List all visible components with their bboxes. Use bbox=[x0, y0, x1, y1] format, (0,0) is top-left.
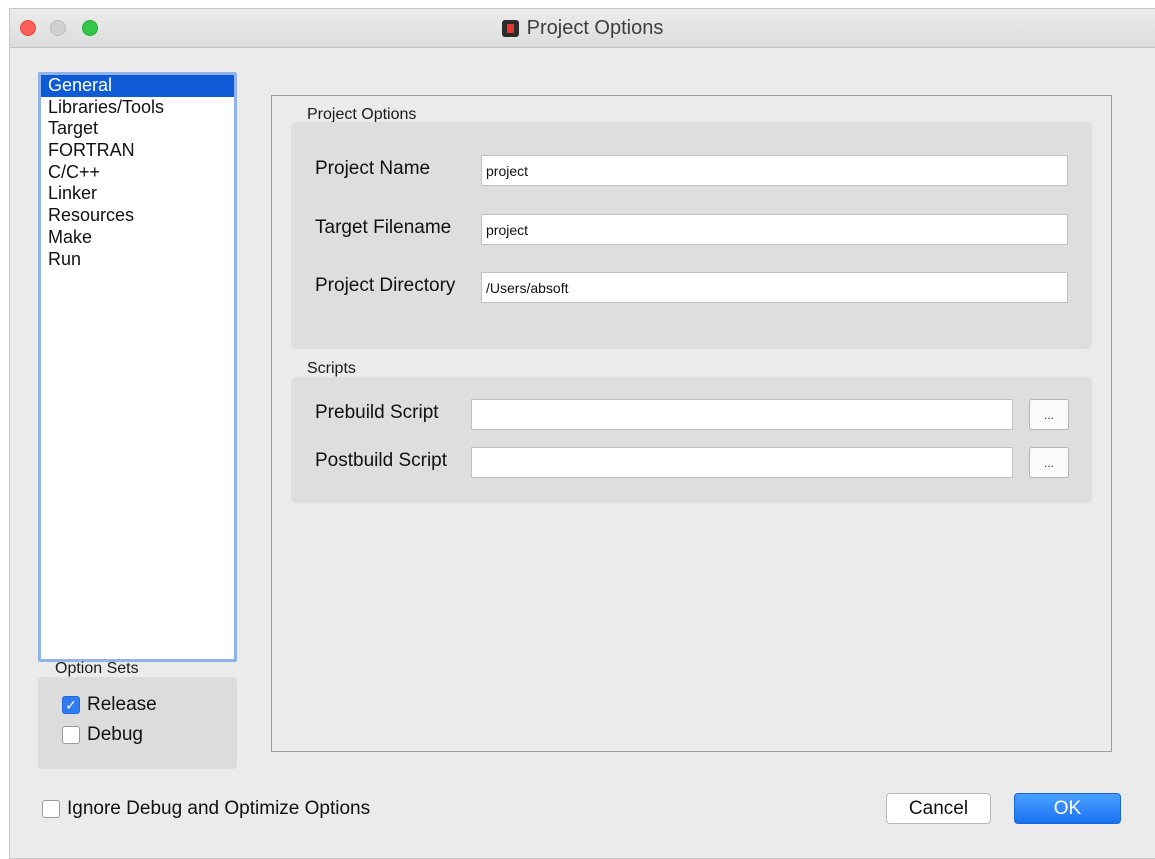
ignore-debug-checkbox[interactable] bbox=[42, 800, 60, 818]
scripts-group: Prebuild Script ... Postbuild Script ... bbox=[291, 377, 1092, 503]
category-item-run[interactable]: Run bbox=[41, 249, 234, 271]
prebuild-script-field[interactable] bbox=[471, 399, 1013, 430]
project-name-field[interactable] bbox=[481, 155, 1068, 186]
release-checkbox[interactable]: ✓ bbox=[62, 696, 80, 714]
option-sets-label: Option Sets bbox=[55, 660, 139, 677]
window-title: Project Options bbox=[526, 16, 664, 39]
postbuild-script-label: Postbuild Script bbox=[315, 450, 448, 471]
category-item-resources[interactable]: Resources bbox=[41, 205, 234, 227]
title-bar[interactable]: Project Options bbox=[10, 9, 1155, 48]
project-options-group: Project Name Target Filename Project Dir… bbox=[291, 122, 1092, 349]
prebuild-browse-button[interactable]: ... bbox=[1029, 399, 1069, 430]
ignore-debug-option[interactable]: Ignore Debug and Optimize Options bbox=[42, 798, 370, 820]
project-options-window: Project Options General Libraries/Tools Ta… bbox=[9, 8, 1155, 859]
postbuild-browse-button[interactable]: ... bbox=[1029, 447, 1069, 478]
debug-checkbox[interactable] bbox=[62, 726, 80, 744]
prebuild-script-label: Prebuild Script bbox=[315, 402, 439, 423]
category-item-general[interactable]: General bbox=[41, 75, 234, 97]
release-label: Release bbox=[87, 694, 157, 715]
category-item-c-c-[interactable]: C/C++ bbox=[41, 162, 234, 184]
category-item-libraries-tools[interactable]: Libraries/Tools bbox=[41, 97, 234, 119]
option-sets-group: ✓ Release Debug bbox=[38, 677, 237, 769]
ok-button[interactable]: OK bbox=[1014, 793, 1121, 824]
release-option[interactable]: ✓ Release bbox=[62, 694, 157, 716]
debug-option[interactable]: Debug bbox=[62, 724, 143, 746]
category-list[interactable]: General Libraries/Tools Target FORTRAN C/C++… bbox=[38, 72, 237, 662]
target-filename-label: Target Filename bbox=[315, 217, 452, 238]
cancel-button[interactable]: Cancel bbox=[886, 793, 991, 824]
postbuild-script-field[interactable] bbox=[471, 447, 1013, 478]
project-directory-label: Project Directory bbox=[315, 275, 456, 296]
title-container: Project Options bbox=[10, 9, 1155, 47]
category-item-make[interactable]: Make bbox=[41, 227, 234, 249]
category-item-fortran[interactable]: FORTRAN bbox=[41, 140, 234, 162]
scripts-label: Scripts bbox=[307, 360, 356, 377]
options-panel: Project Options Project Name Target File… bbox=[271, 95, 1112, 752]
debug-label: Debug bbox=[87, 724, 143, 745]
ignore-debug-label: Ignore Debug and Optimize Options bbox=[67, 798, 371, 819]
project-name-label: Project Name bbox=[315, 158, 431, 179]
category-item-target[interactable]: Target bbox=[41, 118, 234, 140]
category-item-linker[interactable]: Linker bbox=[41, 183, 234, 205]
app-icon bbox=[501, 19, 519, 37]
target-filename-field[interactable] bbox=[481, 214, 1068, 245]
project-directory-field[interactable] bbox=[481, 272, 1068, 303]
